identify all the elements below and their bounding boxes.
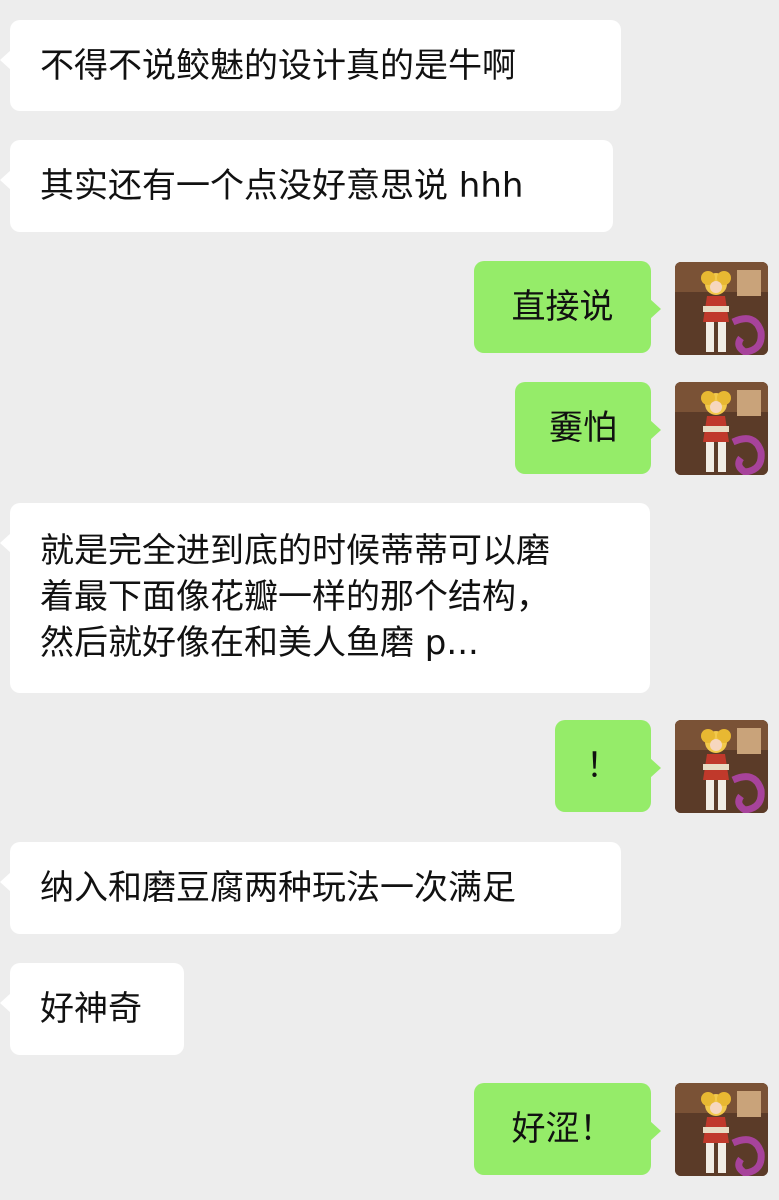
message-text: 好涩！ xyxy=(511,1109,614,1149)
character-avatar-icon xyxy=(675,382,768,475)
message-bubble[interactable]: 直接说 xyxy=(474,261,661,353)
character-avatar-icon xyxy=(675,1083,768,1176)
message-bubble[interactable]: 纳入和磨豆腐两种玩法一次满足 xyxy=(0,842,621,934)
message-text: ！ xyxy=(586,746,620,786)
message-bubble[interactable]: 好神奇 xyxy=(0,963,184,1055)
message-bubble[interactable]: 不得不说鲛魅的设计真的是牛啊 xyxy=(0,20,621,111)
character-avatar-icon xyxy=(675,262,768,355)
avatar[interactable] xyxy=(675,720,768,813)
message-text-line: 然后就好像在和美人鱼磨 p... xyxy=(40,623,479,663)
message-text: 直接说 xyxy=(511,287,614,327)
message-text: 不得不说鲛魅的设计真的是牛啊 xyxy=(40,45,516,86)
message-bubble[interactable]: 其实还有一个点没好意思说 hhh xyxy=(0,140,613,232)
avatar[interactable] xyxy=(675,1083,768,1176)
message-bubble[interactable]: 好涩！ xyxy=(474,1083,661,1175)
avatar[interactable] xyxy=(675,262,768,355)
character-avatar-icon xyxy=(675,720,768,813)
avatar[interactable] xyxy=(675,382,768,475)
message-text: 其实还有一个点没好意思说 hhh xyxy=(40,166,524,206)
message-bubble[interactable]: 嫑怕 xyxy=(515,382,661,474)
message-text: 纳入和磨豆腐两种玩法一次满足 xyxy=(40,868,516,908)
message-text: 好神奇 xyxy=(40,989,142,1029)
message-bubble[interactable]: 就是完全进到底的时候蒂蒂可以磨 着最下面像花瓣一样的那个结构， 然后就好像在和美… xyxy=(0,503,650,693)
message-bubble[interactable]: ！ xyxy=(555,720,661,812)
message-text-line: 着最下面像花瓣一样的那个结构， xyxy=(40,577,550,617)
message-text-line: 就是完全进到底的时候蒂蒂可以磨 xyxy=(40,531,550,571)
message-text: 嫑怕 xyxy=(549,408,617,448)
